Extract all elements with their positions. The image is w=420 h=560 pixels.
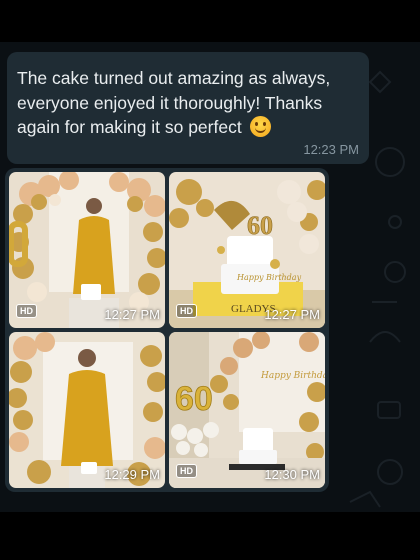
hd-badge: HD bbox=[176, 304, 197, 318]
photo-timestamp: 12:27 PM bbox=[264, 307, 320, 322]
message-timestamp: 12:23 PM bbox=[303, 142, 359, 157]
photo-cake-table-decor[interactable]: 60 Happy Birthday HD 12:30 PM bbox=[169, 332, 325, 488]
hd-badge: HD bbox=[16, 304, 37, 318]
photo-woman-standing[interactable]: 12:29 PM bbox=[9, 332, 165, 488]
hd-badge: HD bbox=[176, 464, 197, 478]
message-text: The cake turned out amazing as always, e… bbox=[17, 68, 331, 137]
chat-area[interactable]: The cake turned out amazing as always, e… bbox=[0, 42, 420, 512]
cake-topper-number: 60 bbox=[247, 211, 273, 240]
cake-script-text: Happy Birthday bbox=[236, 273, 302, 282]
photo-woman-standing-image bbox=[9, 332, 165, 488]
photo-woman-balloon-arch[interactable]: HD 12:27 PM bbox=[9, 172, 165, 328]
balloon-number: 60 bbox=[175, 380, 213, 418]
photo-timestamp: 12:30 PM bbox=[264, 467, 320, 482]
smiling-face-icon bbox=[249, 116, 271, 137]
birthday-sign-text: Happy Birthday bbox=[260, 371, 325, 381]
photo-timestamp: 12:27 PM bbox=[104, 307, 160, 322]
photo-birthday-cake[interactable]: 60 Happy Birthday GLADYS HD 12:27 PM bbox=[169, 172, 325, 328]
message-bubble[interactable]: The cake turned out amazing as always, e… bbox=[7, 52, 369, 164]
photo-album-bubble[interactable]: HD 12:27 PM 60 Happy Birthday GLADYS HD … bbox=[5, 168, 329, 492]
photo-timestamp: 12:29 PM bbox=[104, 467, 160, 482]
